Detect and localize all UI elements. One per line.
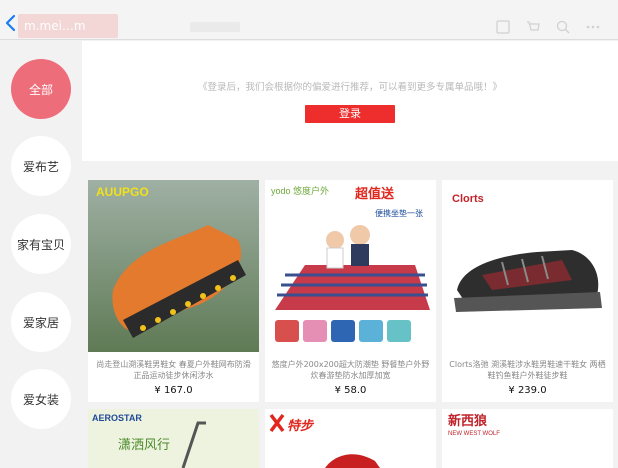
product-title[interactable]: Clorts洛弛 溯溪鞋涉水鞋男鞋速干鞋女 两栖鞋钓鱼鞋户外鞋徒步鞋: [448, 359, 607, 381]
product-subtitle: 便携坐垫一张: [375, 208, 423, 218]
cart-icon[interactable]: [526, 19, 540, 33]
product-image[interactable]: 新西狼 NEW WEST WOLF: [442, 409, 613, 468]
category-label: 爱布艺: [22, 159, 59, 174]
login-message: 《登录后，我们会根据你的偏爱进行推荐，可以看到更多专属单品哦！》: [197, 82, 502, 93]
product-card[interactable]: yodo 悠度户外 超值送 便携坐垫一张 悠度户外200x200超大防潮垫 野餐…: [265, 180, 436, 402]
login-panel: 《登录后，我们会根据你的偏爱进行推荐，可以看到更多专属单品哦！》 登录: [82, 41, 618, 161]
product-brand: AUUPGO: [96, 185, 149, 199]
category-label: 全部: [28, 82, 53, 97]
product-brand: AEROSTAR: [92, 413, 142, 423]
product-image[interactable]: yodo 悠度户外 超值送 便携坐垫一张: [265, 180, 436, 352]
product-brand: 新西狼: [448, 413, 488, 429]
category-all[interactable]: 全部: [11, 59, 71, 119]
product-brand: Clorts: [452, 193, 484, 205]
category-label: 爱女装: [22, 392, 59, 407]
product-card[interactable]: 特步: [265, 409, 436, 468]
search-icon[interactable]: [556, 19, 570, 34]
product-image[interactable]: Clorts: [442, 180, 613, 352]
product-subtitle: NEW WEST WOLF: [448, 431, 500, 437]
top-bar: m.mei…m: [0, 0, 618, 40]
product-title[interactable]: 悠度户外200x200超大防潮垫 野餐垫户外野炊春游垫防水加厚加宽: [271, 359, 430, 381]
header-placeholder: [190, 22, 240, 32]
product-badge: 超值送: [355, 186, 395, 202]
product-card[interactable]: Clorts Clorts洛弛 溯溪鞋涉水鞋男鞋速干鞋女 两栖鞋钓鱼鞋户外鞋徒步…: [442, 180, 613, 402]
grid-icon[interactable]: [496, 19, 510, 34]
product-price: ¥ 239.0: [508, 385, 547, 396]
category-fabric[interactable]: 爱布艺: [11, 136, 71, 196]
product-card[interactable]: AEROSTAR 潇洒风行: [88, 409, 259, 468]
main-content: 《登录后，我们会根据你的偏爱进行推荐，可以看到更多专属单品哦！》 登录 AUUP…: [82, 41, 618, 468]
product-image[interactable]: AEROSTAR 潇洒风行: [88, 409, 259, 468]
category-home[interactable]: 爱家居: [11, 292, 71, 352]
login-button[interactable]: 登录: [305, 105, 395, 123]
product-price: ¥ 58.0: [334, 385, 367, 396]
product-card[interactable]: AUUPGO 尚走登山溯溪鞋男鞋女 春夏户外鞋网布防滑正品运动徒步休闲涉水 ¥ …: [88, 180, 259, 402]
product-price: ¥ 167.0: [154, 385, 193, 396]
chevron-left-icon: [5, 14, 16, 32]
category-baby[interactable]: 家有宝贝: [11, 214, 71, 274]
category-label: 爱家居: [22, 315, 59, 330]
category-label: 家有宝贝: [16, 237, 65, 252]
product-title[interactable]: 尚走登山溯溪鞋男鞋女 春夏户外鞋网布防滑正品运动徒步休闲涉水: [94, 359, 253, 381]
product-brand: yodo 悠度户外: [271, 185, 329, 196]
product-image[interactable]: 特步: [265, 409, 436, 468]
category-women[interactable]: 爱女装: [11, 369, 71, 429]
product-card[interactable]: 新西狼 NEW WEST WOLF: [442, 409, 613, 468]
more-icon[interactable]: [586, 19, 600, 33]
product-subtitle: 潇洒风行: [118, 438, 170, 453]
back-button[interactable]: [4, 14, 18, 32]
category-sidebar: 全部 爱布艺 家有宝贝 爱家居 爱女装: [0, 41, 82, 468]
product-image[interactable]: AUUPGO: [88, 180, 259, 352]
url-chip[interactable]: m.mei…m: [18, 14, 118, 38]
product-brand: 特步: [287, 418, 315, 434]
